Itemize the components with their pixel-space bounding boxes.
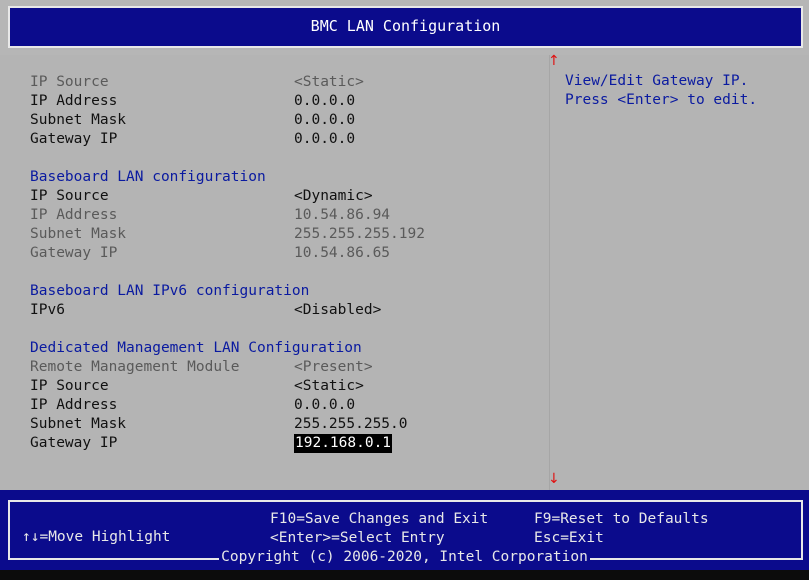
setting-value[interactable]: 0.0.0.0 <box>294 130 355 149</box>
section-baseboard-ipv6: Baseboard LAN IPv6 configuration <box>30 283 310 299</box>
key-help-exit: Esc=Exit <box>534 530 604 546</box>
setting-value[interactable]: 0.0.0.0 <box>294 92 355 111</box>
setting-label: Subnet Mask <box>30 112 127 128</box>
key-help-select: <Enter>=Select Entry <box>270 530 445 546</box>
setting-label: Gateway IP <box>30 435 118 451</box>
setting-value: <Present> <box>294 359 373 375</box>
setting-value: 10.54.86.65 <box>294 245 391 261</box>
setting-value[interactable]: 0.0.0.0 <box>294 111 355 130</box>
copyright-notice: Copyright (c) 2006-2020, Intel Corporati… <box>0 548 809 567</box>
setting-label: IP Address <box>30 207 118 223</box>
settings-panel: IP Source <Static> IP Address 0.0.0.0 Su… <box>0 53 809 490</box>
panel-divider <box>549 55 550 490</box>
setting-label: Gateway IP <box>30 245 118 261</box>
section-dedicated-management-lan: Dedicated Management LAN Configuration <box>30 340 362 356</box>
key-help-bar: ↑↓=Move Highlight F10=Save Changes and E… <box>0 490 809 580</box>
gateway-ip-field-selected[interactable]: 192.168.0.1 <box>294 434 393 453</box>
setting-value[interactable]: <Static> <box>294 377 364 396</box>
setting-value[interactable]: <Dynamic> <box>294 187 373 206</box>
setting-value[interactable]: 0.0.0.0 <box>294 396 355 415</box>
section-baseboard-lan: Baseboard LAN configuration <box>30 169 266 185</box>
setting-value[interactable]: <Disabled> <box>294 301 381 320</box>
setting-label: IP Source <box>30 378 109 394</box>
help-text: View/Edit Gateway IP. Press <Enter> to e… <box>565 73 758 108</box>
setting-label: Subnet Mask <box>30 416 127 432</box>
setting-label: IP Source <box>30 188 109 204</box>
setting-label: IP Address <box>30 397 118 413</box>
scroll-down-arrow-icon[interactable]: ↓ <box>548 471 560 487</box>
setting-label: IP Source <box>30 74 109 90</box>
scroll-up-arrow-icon[interactable]: ↑ <box>548 53 560 69</box>
setting-label: IP Address <box>30 93 118 109</box>
page-title: BMC LAN Configuration <box>310 17 501 35</box>
key-help-reset: F9=Reset to Defaults <box>534 511 709 527</box>
key-help-save: F10=Save Changes and Exit <box>270 511 489 527</box>
setting-label: IPv6 <box>30 302 65 318</box>
setting-value: 255.255.255.192 <box>294 226 425 242</box>
bottom-border <box>0 570 809 580</box>
key-help-move: ↑↓=Move Highlight <box>22 529 171 545</box>
setting-value: 10.54.86.94 <box>294 207 391 223</box>
title-bar: BMC LAN Configuration <box>0 0 809 55</box>
setting-value[interactable]: 255.255.255.0 <box>294 415 408 434</box>
copyright-text: Copyright (c) 2006-2020, Intel Corporati… <box>219 549 590 565</box>
setting-label: Remote Management Module <box>30 359 240 375</box>
setting-label: Gateway IP <box>30 131 118 147</box>
title-frame: BMC LAN Configuration <box>8 6 803 48</box>
setting-label: Subnet Mask <box>30 226 127 242</box>
setting-value: <Static> <box>294 74 364 90</box>
